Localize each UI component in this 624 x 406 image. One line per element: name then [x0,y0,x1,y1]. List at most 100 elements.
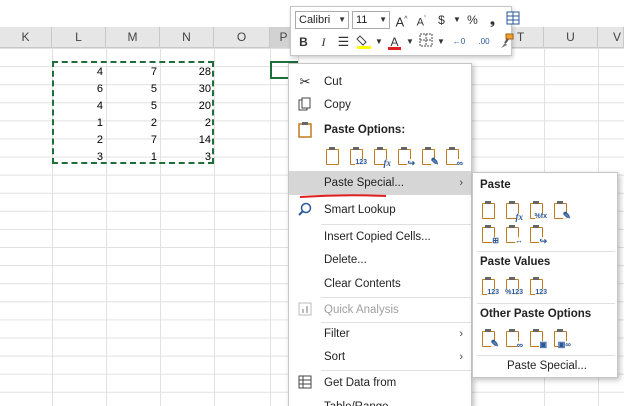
increase-decimal-button[interactable]: ←0 [448,33,470,51]
paste-option-formatting[interactable]: ✎ [419,147,439,168]
menu-item-quick-analysis: Quick Analysis [289,298,471,322]
format-painter-button[interactable] [498,33,515,51]
column-header-v[interactable]: V [598,27,624,48]
paste-option-paste[interactable] [323,147,343,167]
paste-option-formulas[interactable]: fx [371,147,391,168]
font-color-swatch [388,47,401,50]
menu-item-insert-copied-cells[interactable]: Insert Copied Cells... [289,225,471,249]
brush-icon: ✎ [430,157,439,168]
font-name-dropdown[interactable]: Calibri ▼ [295,11,349,29]
paste-option-badge: 123 [355,159,367,167]
chevron-right-icon: › [459,177,463,189]
menu-item-paste-special[interactable]: Paste Special... › [289,171,471,195]
decrease-decimal-icon: .00 [478,37,490,46]
submenu-paste-special-link[interactable]: Paste Special... [507,360,587,372]
decrease-decimal-button[interactable]: .00 [473,33,495,51]
submenu-values[interactable]: 123 [479,277,499,297]
percent-icon: % [467,13,478,27]
column-header-n[interactable]: N [160,27,214,48]
column-header-o[interactable]: O [214,27,270,48]
search-icon [297,202,313,218]
percent-button[interactable]: % [464,11,481,29]
link-icon: ∞ [516,340,523,350]
format-table-button[interactable] [504,11,521,29]
menu-item-clear-contents[interactable]: Clear Contents [289,272,471,296]
bold-icon: B [299,35,308,49]
submenu-values-source-format[interactable]: 123 [527,277,547,297]
submenu-paste-formulas[interactable]: fx [503,201,523,222]
align-center-button[interactable]: ☰ [335,33,352,51]
paste-option-badge: 123 [535,289,547,297]
align-center-icon: ☰ [337,34,350,49]
submenu-paste-transpose[interactable]: ↪ [527,225,547,246]
menu-item-delete[interactable]: Delete... [289,248,471,272]
column-header-m[interactable]: M [106,27,160,48]
paste-option-transpose[interactable]: ↪ [395,147,415,168]
borders-button[interactable] [417,33,434,51]
menu-item-label: Copy [324,99,351,111]
paste-option-link[interactable]: ∞ [443,147,463,168]
submenu-paste-all[interactable] [479,201,499,221]
menu-item-label: Insert Copied Cells... [324,231,431,243]
submenu-formatting[interactable]: ✎ [479,329,499,350]
grow-font-button[interactable]: A^ [393,11,410,29]
spreadsheet-window: K L M N O P T U V 4 7 28 6 5 30 4 5 20 1… [0,0,624,406]
menu-item-label: Cut [324,76,342,88]
currency-button[interactable]: $ [433,11,450,29]
menu-item-get-data[interactable]: Get Data from Table/Range... [289,371,471,406]
menu-item-label: Sort [324,351,346,363]
submenu-paste-formulas-number-format[interactable]: %fx [527,201,547,221]
quick-analysis-icon [297,302,313,318]
format-table-icon [506,11,519,25]
borders-dropdown[interactable]: ▼ [437,33,445,51]
currency-dropdown[interactable]: ▼ [453,11,461,29]
column-header-l[interactable]: L [52,27,106,48]
chevron-right-icon: › [459,351,463,363]
bold-button[interactable]: B [295,33,312,51]
linked-picture-icon: ▣∞ [557,340,571,349]
submenu-paste-no-borders[interactable]: ⊞ [479,225,499,245]
submenu-linked-picture[interactable]: ▣∞ [551,329,571,349]
menu-item-label: Clear Contents [324,278,401,290]
submenu-picture[interactable]: ▣ [527,329,547,349]
paste-icon [326,147,339,165]
font-size-dropdown[interactable]: 11 ▼ [352,11,390,29]
fill-color-button[interactable] [355,33,372,51]
submenu-separator [477,303,615,304]
column-header-u[interactable]: U [544,27,598,48]
shrink-font-button[interactable]: Aˇ [413,11,430,29]
shrink-font-icon: A [416,16,424,29]
paste-option-values[interactable]: 123 [347,147,367,167]
submenu-values-number-format[interactable]: %123 [503,277,523,297]
font-color-dropdown[interactable]: ▼ [406,33,414,51]
menu-item-copy[interactable]: Copy [289,93,471,117]
submenu-paste-link[interactable]: ∞ [503,329,523,350]
grid-line [214,48,215,406]
chevron-down-icon: ▼ [338,15,346,24]
menu-item-smart-lookup[interactable]: Smart Lookup [289,198,471,222]
menu-item-label: Quick Analysis [324,304,399,316]
comma-icon: ❟ [490,13,495,27]
borders-icon [419,33,432,47]
italic-button[interactable]: I [315,33,332,51]
submenu-paste-keep-source[interactable]: ✎ [551,201,571,222]
transpose-arrow-icon: ↪ [407,158,415,168]
menu-item-cut[interactable]: ✂ Cut [289,70,471,94]
brush-icon: ✎ [490,339,499,350]
menu-item-filter[interactable]: Filter › [289,322,471,346]
submenu-paste-keep-widths[interactable]: ↔ [503,225,523,245]
grow-font-icon: A [395,14,405,30]
copy-icon [297,97,313,113]
comma-style-button[interactable]: ❟ [484,11,501,29]
font-color-button[interactable]: A [386,33,403,51]
currency-icon: $ [438,13,445,27]
brush-icon: ✎ [562,211,571,222]
fill-color-dropdown[interactable]: ▼ [375,33,383,51]
menu-item-sort[interactable]: Sort › [289,345,471,369]
font-size-value: 11 [356,14,368,26]
context-menu: ✂ Cut Copy Paste Options: 123 fx ↪ ✎ ∞ P… [288,63,472,406]
menu-item-label: Filter [324,328,350,340]
column-header-k[interactable]: K [0,27,52,48]
paste-option-badge: fx [383,158,391,168]
paste-option-badge: fx [515,212,523,222]
